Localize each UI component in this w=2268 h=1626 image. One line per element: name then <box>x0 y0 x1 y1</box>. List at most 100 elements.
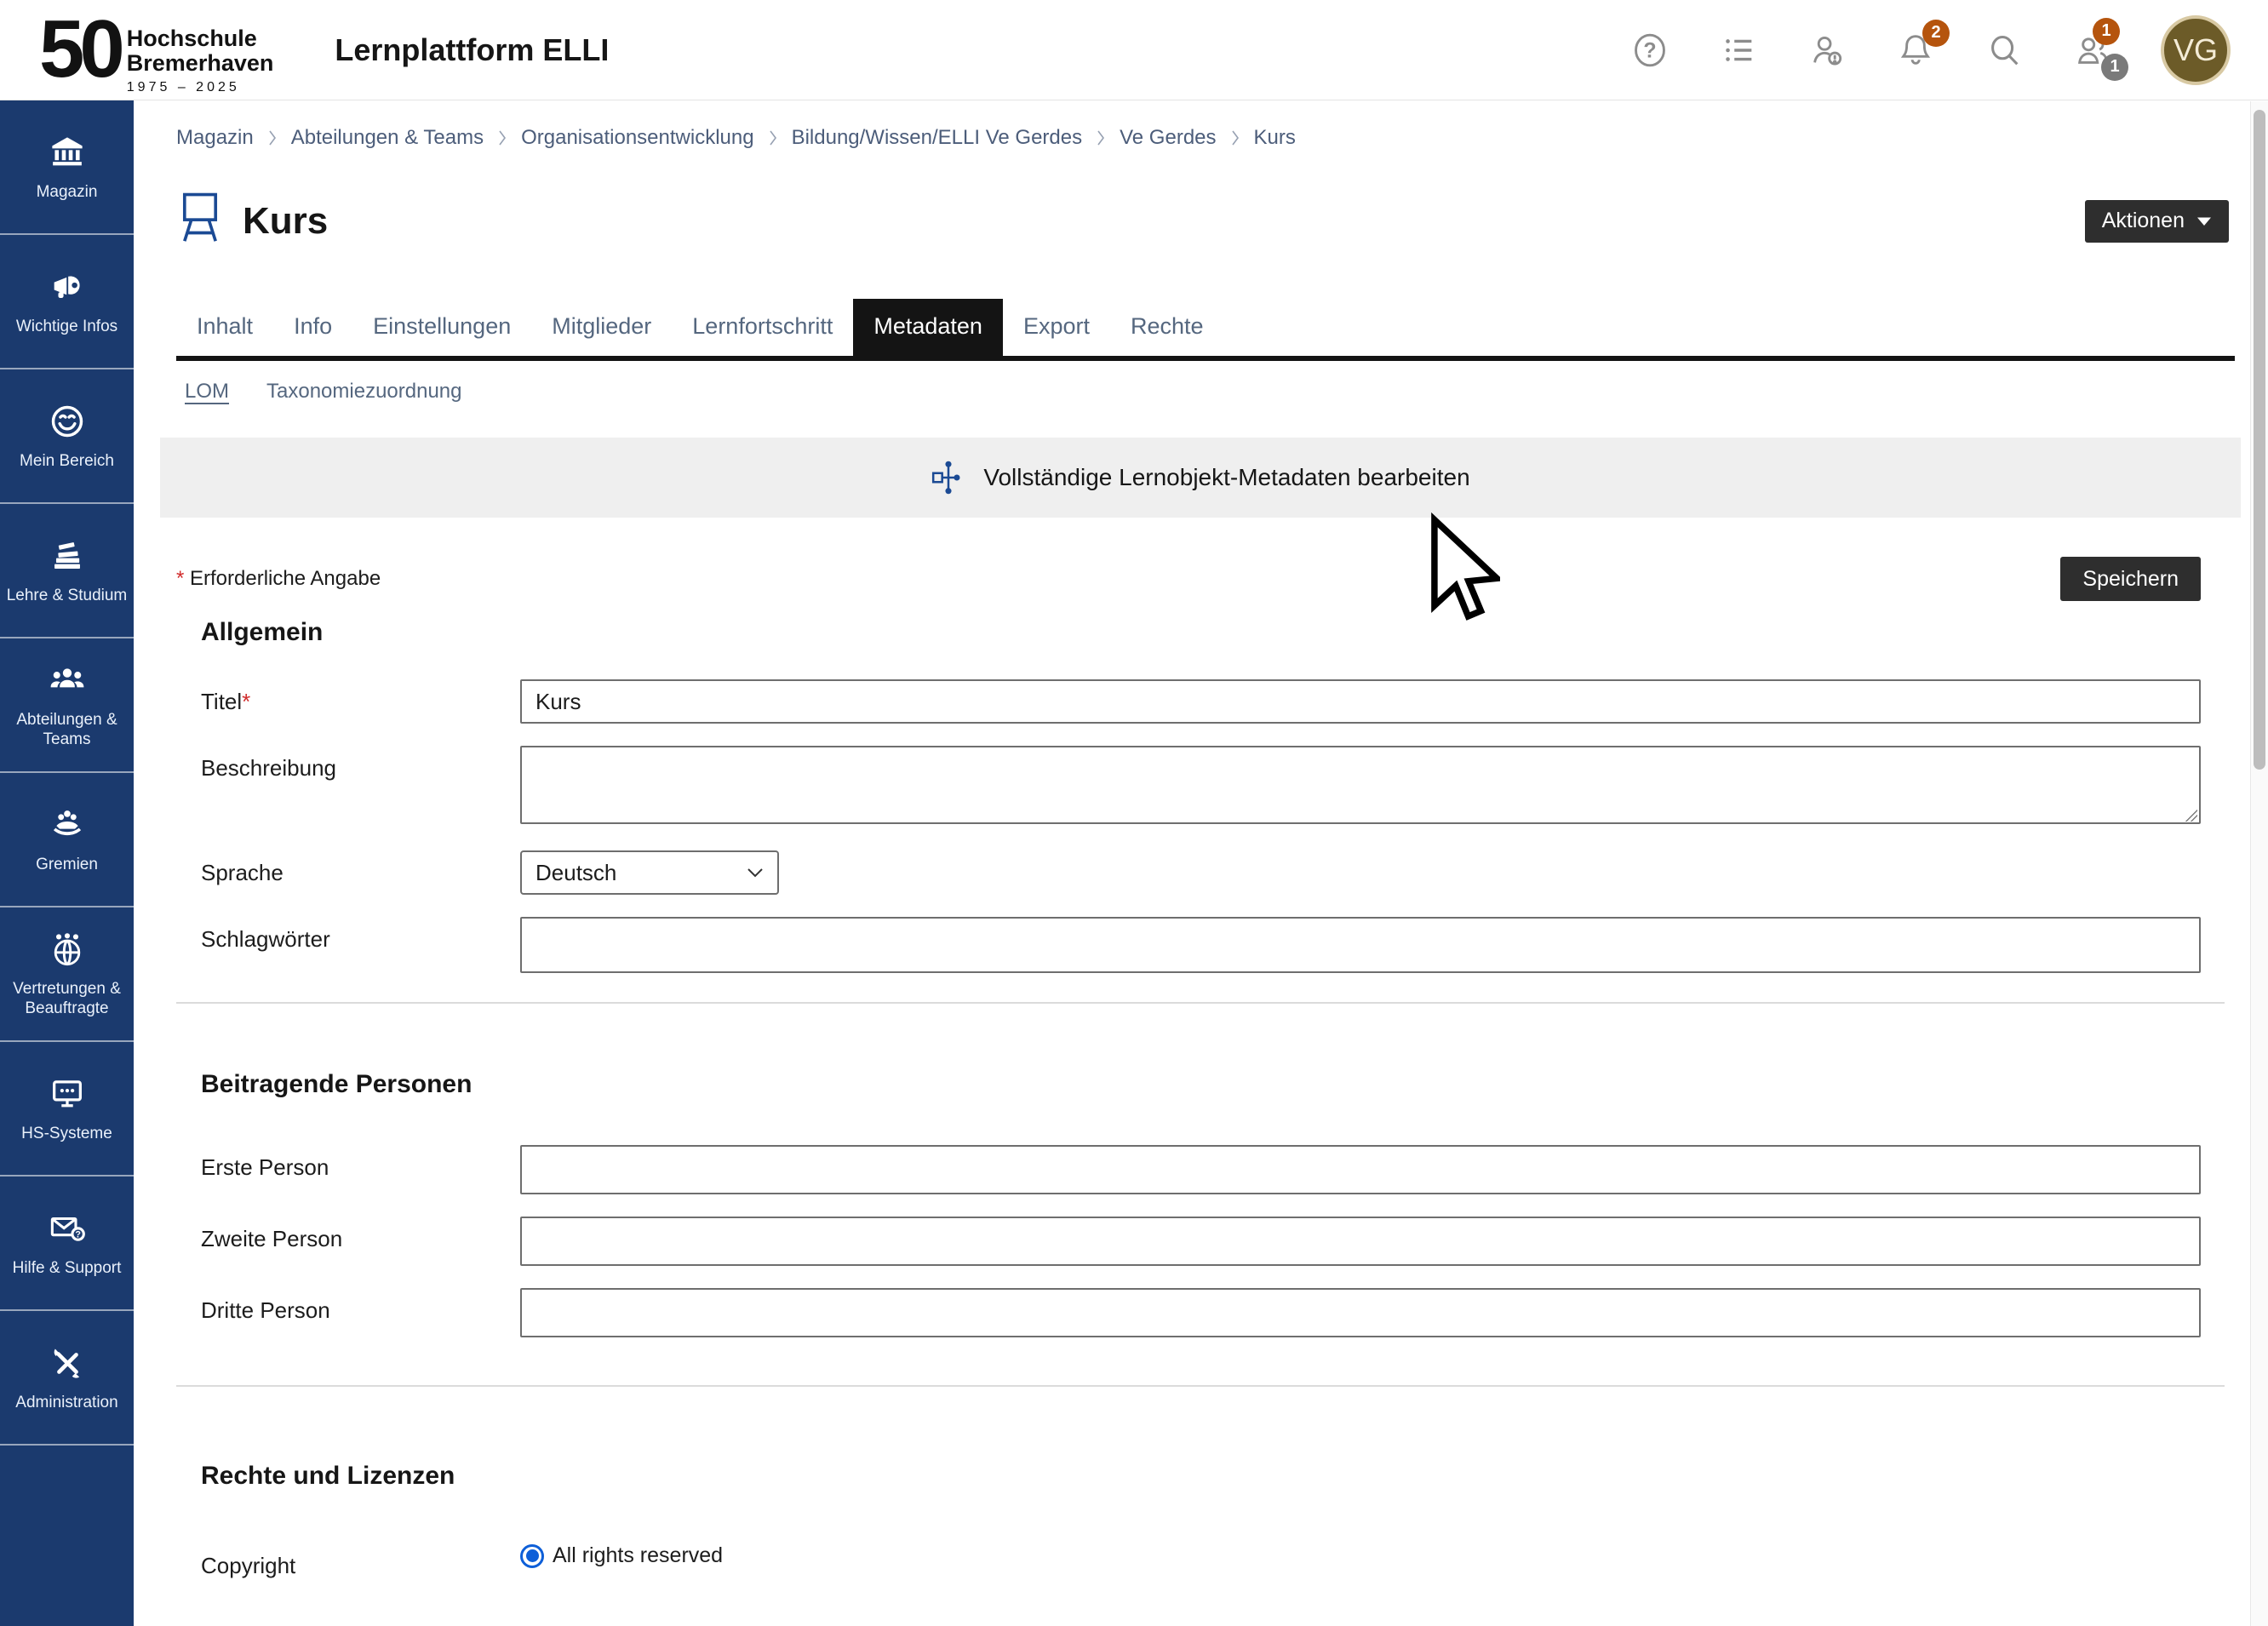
zweite-person-input[interactable] <box>520 1217 2201 1266</box>
subtab-bar: LOM Taxonomiezuordnung <box>176 380 2235 404</box>
sidebar-item-hilfe-support[interactable]: ? Hilfe & Support <box>0 1177 134 1311</box>
beschreibung-textarea[interactable] <box>520 746 2201 824</box>
breadcrumb-item[interactable]: Bildung/Wissen/ELLI Ve Gerdes <box>792 126 1083 150</box>
search-icon[interactable] <box>1984 30 2025 71</box>
breadcrumb-item-current[interactable]: Kurs <box>1254 126 1296 150</box>
caret-down-icon <box>2196 216 2212 226</box>
sidebar-item-lehre-studium[interactable]: Lehre & Studium <box>0 504 134 638</box>
list-view-icon[interactable] <box>1718 30 1759 71</box>
sprache-selected-value: Deutsch <box>536 860 616 886</box>
copyright-radio-selected[interactable] <box>520 1544 544 1568</box>
globe-people-icon <box>48 930 87 969</box>
breadcrumb-item[interactable]: Organisationsentwicklung <box>521 126 753 150</box>
subtab-taxonomiezuordnung[interactable]: Taxonomiezuordnung <box>266 380 462 404</box>
contacts-count-badge: 1 <box>2101 54 2128 81</box>
tools-icon <box>48 1343 87 1383</box>
svg-text:?: ? <box>1643 38 1656 62</box>
section-divider <box>176 1002 2225 1004</box>
beschreibung-label: Beschreibung <box>176 746 520 782</box>
main-sidebar: Magazin Wichtige Infos Mein Bereich Lehr… <box>0 100 134 1626</box>
schlagwoerter-label: Schlagwörter <box>176 917 520 953</box>
breadcrumb-item[interactable]: Ve Gerdes <box>1120 126 1216 150</box>
contacts-icon[interactable]: 1 1 <box>2072 30 2113 71</box>
edit-full-metadata-banner[interactable]: Vollständige Lernobjekt-Metadaten bearbe… <box>160 438 2241 518</box>
online-users-icon[interactable] <box>1807 30 1847 71</box>
logo-name-line1: Hochschule <box>127 26 274 51</box>
smiley-icon <box>48 402 87 441</box>
sprache-label: Sprache <box>176 850 520 886</box>
people-in-hand-icon <box>48 805 87 844</box>
titel-input[interactable] <box>520 679 2201 724</box>
radio-dot <box>526 1549 539 1562</box>
required-asterisk: * <box>242 689 250 714</box>
vertical-scrollbar-thumb[interactable] <box>2254 110 2265 770</box>
erste-person-label: Erste Person <box>176 1145 520 1181</box>
tab-metadaten[interactable]: Metadaten <box>853 299 1003 356</box>
mail-question-icon: ? <box>48 1209 87 1248</box>
section-divider <box>176 1385 2225 1387</box>
copyright-label: Copyright <box>176 1543 520 1579</box>
people-group-icon <box>48 661 87 700</box>
chevron-right-icon <box>497 129 507 146</box>
tab-rechte[interactable]: Rechte <box>1110 299 1224 356</box>
books-icon <box>48 536 87 575</box>
copyright-option-label: All rights reserved <box>553 1543 723 1568</box>
tab-inhalt[interactable]: Inhalt <box>176 299 273 356</box>
tab-mitglieder[interactable]: Mitglieder <box>531 299 672 356</box>
tab-einstellungen[interactable]: Einstellungen <box>352 299 531 356</box>
zweite-person-label: Zweite Person <box>176 1217 520 1252</box>
monitor-password-icon <box>48 1074 87 1114</box>
sidebar-item-gremien[interactable]: Gremien <box>0 773 134 907</box>
chevron-right-icon <box>1230 129 1240 146</box>
help-icon[interactable]: ? <box>1629 30 1670 71</box>
logo-50: 50 <box>39 13 120 86</box>
sidebar-item-abteilungen-teams[interactable]: Abteilungen & Teams <box>0 638 134 773</box>
sidebar-item-wichtige-infos[interactable]: Wichtige Infos <box>0 235 134 369</box>
chevron-right-icon <box>768 129 778 146</box>
sidebar-item-hs-systeme[interactable]: HS-Systeme <box>0 1042 134 1177</box>
top-header: 50 Hochschule Bremerhaven 1975 – 2025 Le… <box>0 0 2268 100</box>
app-title: Lernplattform ELLI <box>335 32 609 68</box>
tab-lernfortschritt[interactable]: Lernfortschritt <box>672 299 853 356</box>
notifications-bell-icon[interactable]: 2 <box>1895 30 1936 71</box>
section-heading-beitragende: Beitragende Personen <box>201 1070 2235 1099</box>
tab-info[interactable]: Info <box>273 299 352 356</box>
subtab-lom[interactable]: LOM <box>185 380 229 404</box>
dritte-person-input[interactable] <box>520 1288 2201 1337</box>
page-title: Kurs <box>243 200 328 243</box>
breadcrumb-item[interactable]: Abteilungen & Teams <box>291 126 484 150</box>
chevron-right-icon <box>267 129 278 146</box>
sidebar-item-magazin[interactable]: Magazin <box>0 100 134 235</box>
sprache-select[interactable]: Deutsch <box>520 850 779 895</box>
breadcrumb: Magazin Abteilungen & Teams Organisation… <box>176 100 2235 150</box>
actions-button[interactable]: Aktionen <box>2085 200 2229 243</box>
banner-label: Vollständige Lernobjekt-Metadaten bearbe… <box>983 464 1469 491</box>
breadcrumb-item[interactable]: Magazin <box>176 126 254 150</box>
course-easel-icon <box>176 191 224 251</box>
schlagwoerter-input[interactable] <box>520 917 2201 973</box>
bank-icon <box>48 133 87 172</box>
svg-text:?: ? <box>75 1229 81 1240</box>
notifications-badge: 2 <box>1922 20 1950 47</box>
main-content: Magazin Abteilungen & Teams Organisation… <box>134 100 2268 1626</box>
required-asterisk: * <box>176 567 184 590</box>
titel-label: Titel* <box>176 679 520 715</box>
section-heading-rechte: Rechte und Lizenzen <box>201 1462 2235 1491</box>
save-button[interactable]: Speichern <box>2060 557 2201 601</box>
dritte-person-label: Dritte Person <box>176 1288 520 1324</box>
sidebar-item-administration[interactable]: Administration <box>0 1311 134 1446</box>
tab-bar: Inhalt Info Einstellungen Mitglieder Ler… <box>176 299 2235 361</box>
tab-export[interactable]: Export <box>1003 299 1110 356</box>
user-avatar[interactable]: VG <box>2161 15 2231 85</box>
logo-name-line2: Bremerhaven <box>127 51 274 76</box>
university-logo: 50 Hochschule Bremerhaven 1975 – 2025 <box>39 4 273 95</box>
section-heading-allgemein: Allgemein <box>201 618 2235 647</box>
logo-years: 1975 – 2025 <box>127 80 274 95</box>
sidebar-item-vertretungen[interactable]: Vertretungen & Beauftragte <box>0 907 134 1042</box>
chevron-down-icon <box>747 867 764 878</box>
vertical-scrollbar-track[interactable] <box>2250 101 2268 1626</box>
megaphone-icon <box>48 267 87 306</box>
required-note: * Erforderliche Angabe <box>176 557 381 591</box>
sidebar-item-mein-bereich[interactable]: Mein Bereich <box>0 369 134 504</box>
erste-person-input[interactable] <box>520 1145 2201 1194</box>
